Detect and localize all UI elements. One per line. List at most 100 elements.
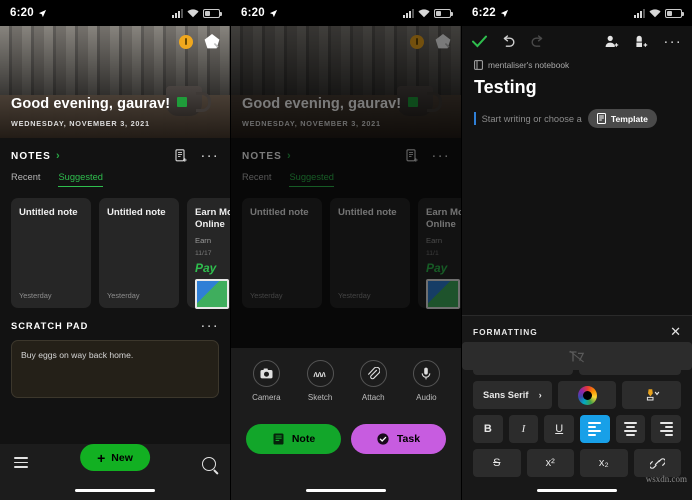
panel-home: 6:20 Good evening, gaurav! WEDNESDAY, NO… xyxy=(0,0,231,500)
bold-button[interactable]: B xyxy=(473,415,503,443)
location-arrow-icon xyxy=(500,9,508,17)
editor-toolbar-right: ··· xyxy=(605,34,682,49)
notes-tabs: Recent Suggested xyxy=(0,163,230,187)
note-card[interactable]: Earn Money Online Earn 11/17 Pay xyxy=(187,198,230,309)
checkmark-icon[interactable] xyxy=(472,35,487,48)
three-panel-screenshot: 6:20 Good evening, gaurav! WEDNESDAY, NO… xyxy=(0,0,692,500)
scratch-pad-text: Buy eggs on way back home. xyxy=(21,350,134,360)
status-right xyxy=(403,8,453,18)
wifi-icon xyxy=(418,8,430,17)
battery-icon xyxy=(665,8,684,18)
note-body-placeholder-row: Start writing or choose a Template xyxy=(462,98,692,128)
camera-icon xyxy=(252,360,280,387)
overflow-menu-icon[interactable]: ··· xyxy=(200,318,219,333)
note-add-icon[interactable] xyxy=(175,149,188,163)
strikethrough-button[interactable]: S xyxy=(473,449,521,477)
superscript-button[interactable]: x² xyxy=(526,449,574,477)
scratch-pad-input[interactable]: Buy eggs on way back home. xyxy=(11,340,219,398)
editor-toolbar: ··· xyxy=(462,26,692,49)
status-bar: 6:20 xyxy=(0,0,230,26)
formatting-header: FORMATTING ✕ xyxy=(473,325,681,338)
subscript-button[interactable]: x₂ xyxy=(580,449,628,477)
close-icon[interactable]: ✕ xyxy=(670,325,681,338)
hamburger-menu-icon[interactable] xyxy=(14,457,28,468)
status-time: 6:20 xyxy=(241,7,265,19)
overflow-menu-icon[interactable]: ··· xyxy=(200,148,219,163)
italic-label: I xyxy=(521,423,526,435)
note-card[interactable]: Untitled note Yesterday xyxy=(11,198,91,308)
underline-button[interactable]: U xyxy=(544,415,575,443)
note-card-thumbnail xyxy=(195,278,229,309)
align-center-button[interactable] xyxy=(615,415,646,443)
redo-arrow-icon[interactable] xyxy=(530,35,545,48)
text-color-button[interactable] xyxy=(557,381,617,409)
notebook-icon xyxy=(474,60,483,70)
wifi-icon xyxy=(187,8,199,17)
formatting-row-font: Sans Serif › xyxy=(473,381,682,409)
create-action-sheet: Camera Sketch Attach Audio Note Task xyxy=(231,348,461,500)
subscript-label: x₂ xyxy=(598,457,609,469)
italic-button[interactable]: I xyxy=(508,415,539,443)
chevron-right-icon: › xyxy=(55,150,61,162)
quick-action-label: Sketch xyxy=(307,393,333,402)
quick-action-camera[interactable]: Camera xyxy=(252,360,281,402)
add-contact-icon[interactable] xyxy=(634,35,648,48)
undo-arrow-icon[interactable] xyxy=(501,35,516,48)
mug-logo xyxy=(177,97,187,107)
create-task-button[interactable]: Task xyxy=(351,424,446,454)
hero-banner: Good evening, gaurav! WEDNESDAY, NOVEMBE… xyxy=(0,26,230,138)
highlighter-pen-icon xyxy=(647,389,660,401)
note-card[interactable]: Untitled note Yesterday xyxy=(99,198,179,308)
notes-title: NOTES xyxy=(11,150,51,162)
signal-icon xyxy=(172,8,183,18)
battery-icon xyxy=(203,8,222,18)
home-indicator xyxy=(537,488,617,492)
template-icon xyxy=(596,113,606,124)
link-button[interactable] xyxy=(633,449,681,477)
quick-action-label: Camera xyxy=(252,393,281,402)
quick-action-label: Attach xyxy=(361,393,385,402)
status-time: 6:22 xyxy=(472,7,496,19)
status-right xyxy=(634,8,684,18)
tab-recent[interactable]: Recent xyxy=(11,172,40,187)
align-left-button[interactable] xyxy=(580,415,610,443)
note-title[interactable]: Testing xyxy=(462,70,692,98)
quick-action-attach[interactable]: Attach xyxy=(359,360,387,402)
overflow-menu-icon[interactable]: ··· xyxy=(663,34,682,49)
status-left: 6:20 xyxy=(241,7,278,19)
quick-action-audio[interactable]: Audio xyxy=(412,360,440,402)
clear-formatting-button[interactable] xyxy=(462,342,692,370)
greeting-text: Good evening, gaurav! xyxy=(11,96,171,112)
add-person-icon[interactable] xyxy=(605,35,619,48)
formatting-panel: FORMATTING ✕ Normal Text › − 16 + xyxy=(462,315,692,500)
new-button-label: New xyxy=(111,451,133,464)
template-button-label: Template xyxy=(610,113,648,124)
coin-badge-icon[interactable] xyxy=(179,34,193,49)
quick-action-sketch[interactable]: Sketch xyxy=(306,360,334,402)
note-body-placeholder[interactable]: Start writing or choose a xyxy=(482,114,582,124)
template-button[interactable]: Template xyxy=(587,109,657,128)
font-family-select[interactable]: Sans Serif › xyxy=(473,381,552,409)
notebook-breadcrumb[interactable]: mentaliser's notebook xyxy=(462,48,692,70)
hero-date: WEDNESDAY, NOVEMBER 3, 2021 xyxy=(11,119,150,128)
home-indicator xyxy=(306,488,386,492)
hero-text: Good evening, gaurav! WEDNESDAY, NOVEMBE… xyxy=(11,96,170,128)
signal-icon xyxy=(634,8,645,18)
search-icon[interactable] xyxy=(202,457,216,471)
bold-label: B xyxy=(483,423,492,435)
highlight-color-button[interactable] xyxy=(622,381,682,409)
evernote-elephant-icon[interactable] xyxy=(204,34,220,49)
notes-actions: ··· xyxy=(175,148,219,163)
align-right-button[interactable] xyxy=(651,415,682,443)
new-button[interactable]: + New xyxy=(80,444,150,471)
panel-note-editor: 6:22 ··· mentaliser's notebook Testing S… xyxy=(462,0,692,500)
status-left: 6:22 xyxy=(472,7,509,19)
notebook-name: mentaliser's notebook xyxy=(488,60,570,70)
text-caret xyxy=(474,112,476,125)
create-note-button[interactable]: Note xyxy=(246,424,341,454)
align-center-icon xyxy=(624,422,638,436)
editor-toolbar-left xyxy=(472,35,545,48)
scratch-pad-header: SCRATCH PAD ··· xyxy=(11,318,219,333)
notes-title-group[interactable]: NOTES › xyxy=(11,150,61,162)
tab-suggested[interactable]: Suggested xyxy=(58,172,103,187)
